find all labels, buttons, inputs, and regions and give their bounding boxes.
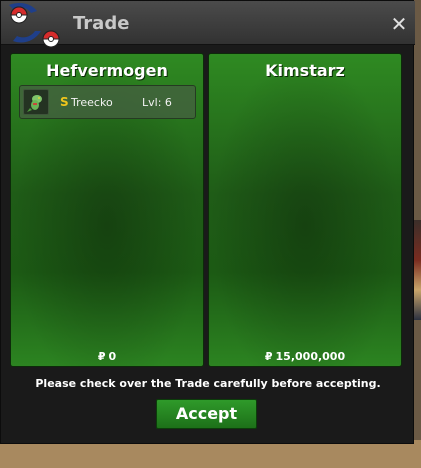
shiny-badge: S — [60, 95, 69, 109]
money-offer: ₽0 — [11, 350, 203, 363]
money-amount: 15,000,000 — [275, 350, 346, 363]
pokemon-name: Treecko — [71, 96, 113, 109]
trade-logo-icon — [9, 3, 60, 48]
game-ground-background — [0, 440, 421, 468]
pokemon-level: Lvl: 6 — [142, 96, 172, 109]
accept-button[interactable]: Accept — [156, 399, 257, 429]
trade-pokemon-item[interactable]: S Treecko Lvl: 6 — [19, 85, 196, 119]
treecko-sprite-icon — [23, 89, 49, 115]
trade-panel-self: Hefvermogen S Treecko Lvl: 6 ₽0 — [10, 53, 204, 367]
close-button[interactable]: ✕ — [388, 13, 410, 35]
money-offer: ₽15,000,000 — [209, 350, 401, 363]
player-name: Hefvermogen — [46, 61, 168, 80]
pokedollar-icon: ₽ — [264, 350, 273, 363]
trade-panel-partner: Kimstarz ₽15,000,000 — [208, 53, 402, 367]
window-title: Trade — [73, 13, 130, 34]
partner-name: Kimstarz — [265, 61, 345, 80]
close-icon: ✕ — [390, 12, 408, 36]
trade-window: Trade ✕ Hefvermogen S Treecko Lvl: 6 ₽ 0… — [0, 0, 415, 444]
money-amount: 0 — [108, 350, 117, 363]
trade-notice: Please check over the Trade carefully be… — [35, 377, 381, 390]
pokedollar-icon: ₽ — [97, 350, 106, 363]
